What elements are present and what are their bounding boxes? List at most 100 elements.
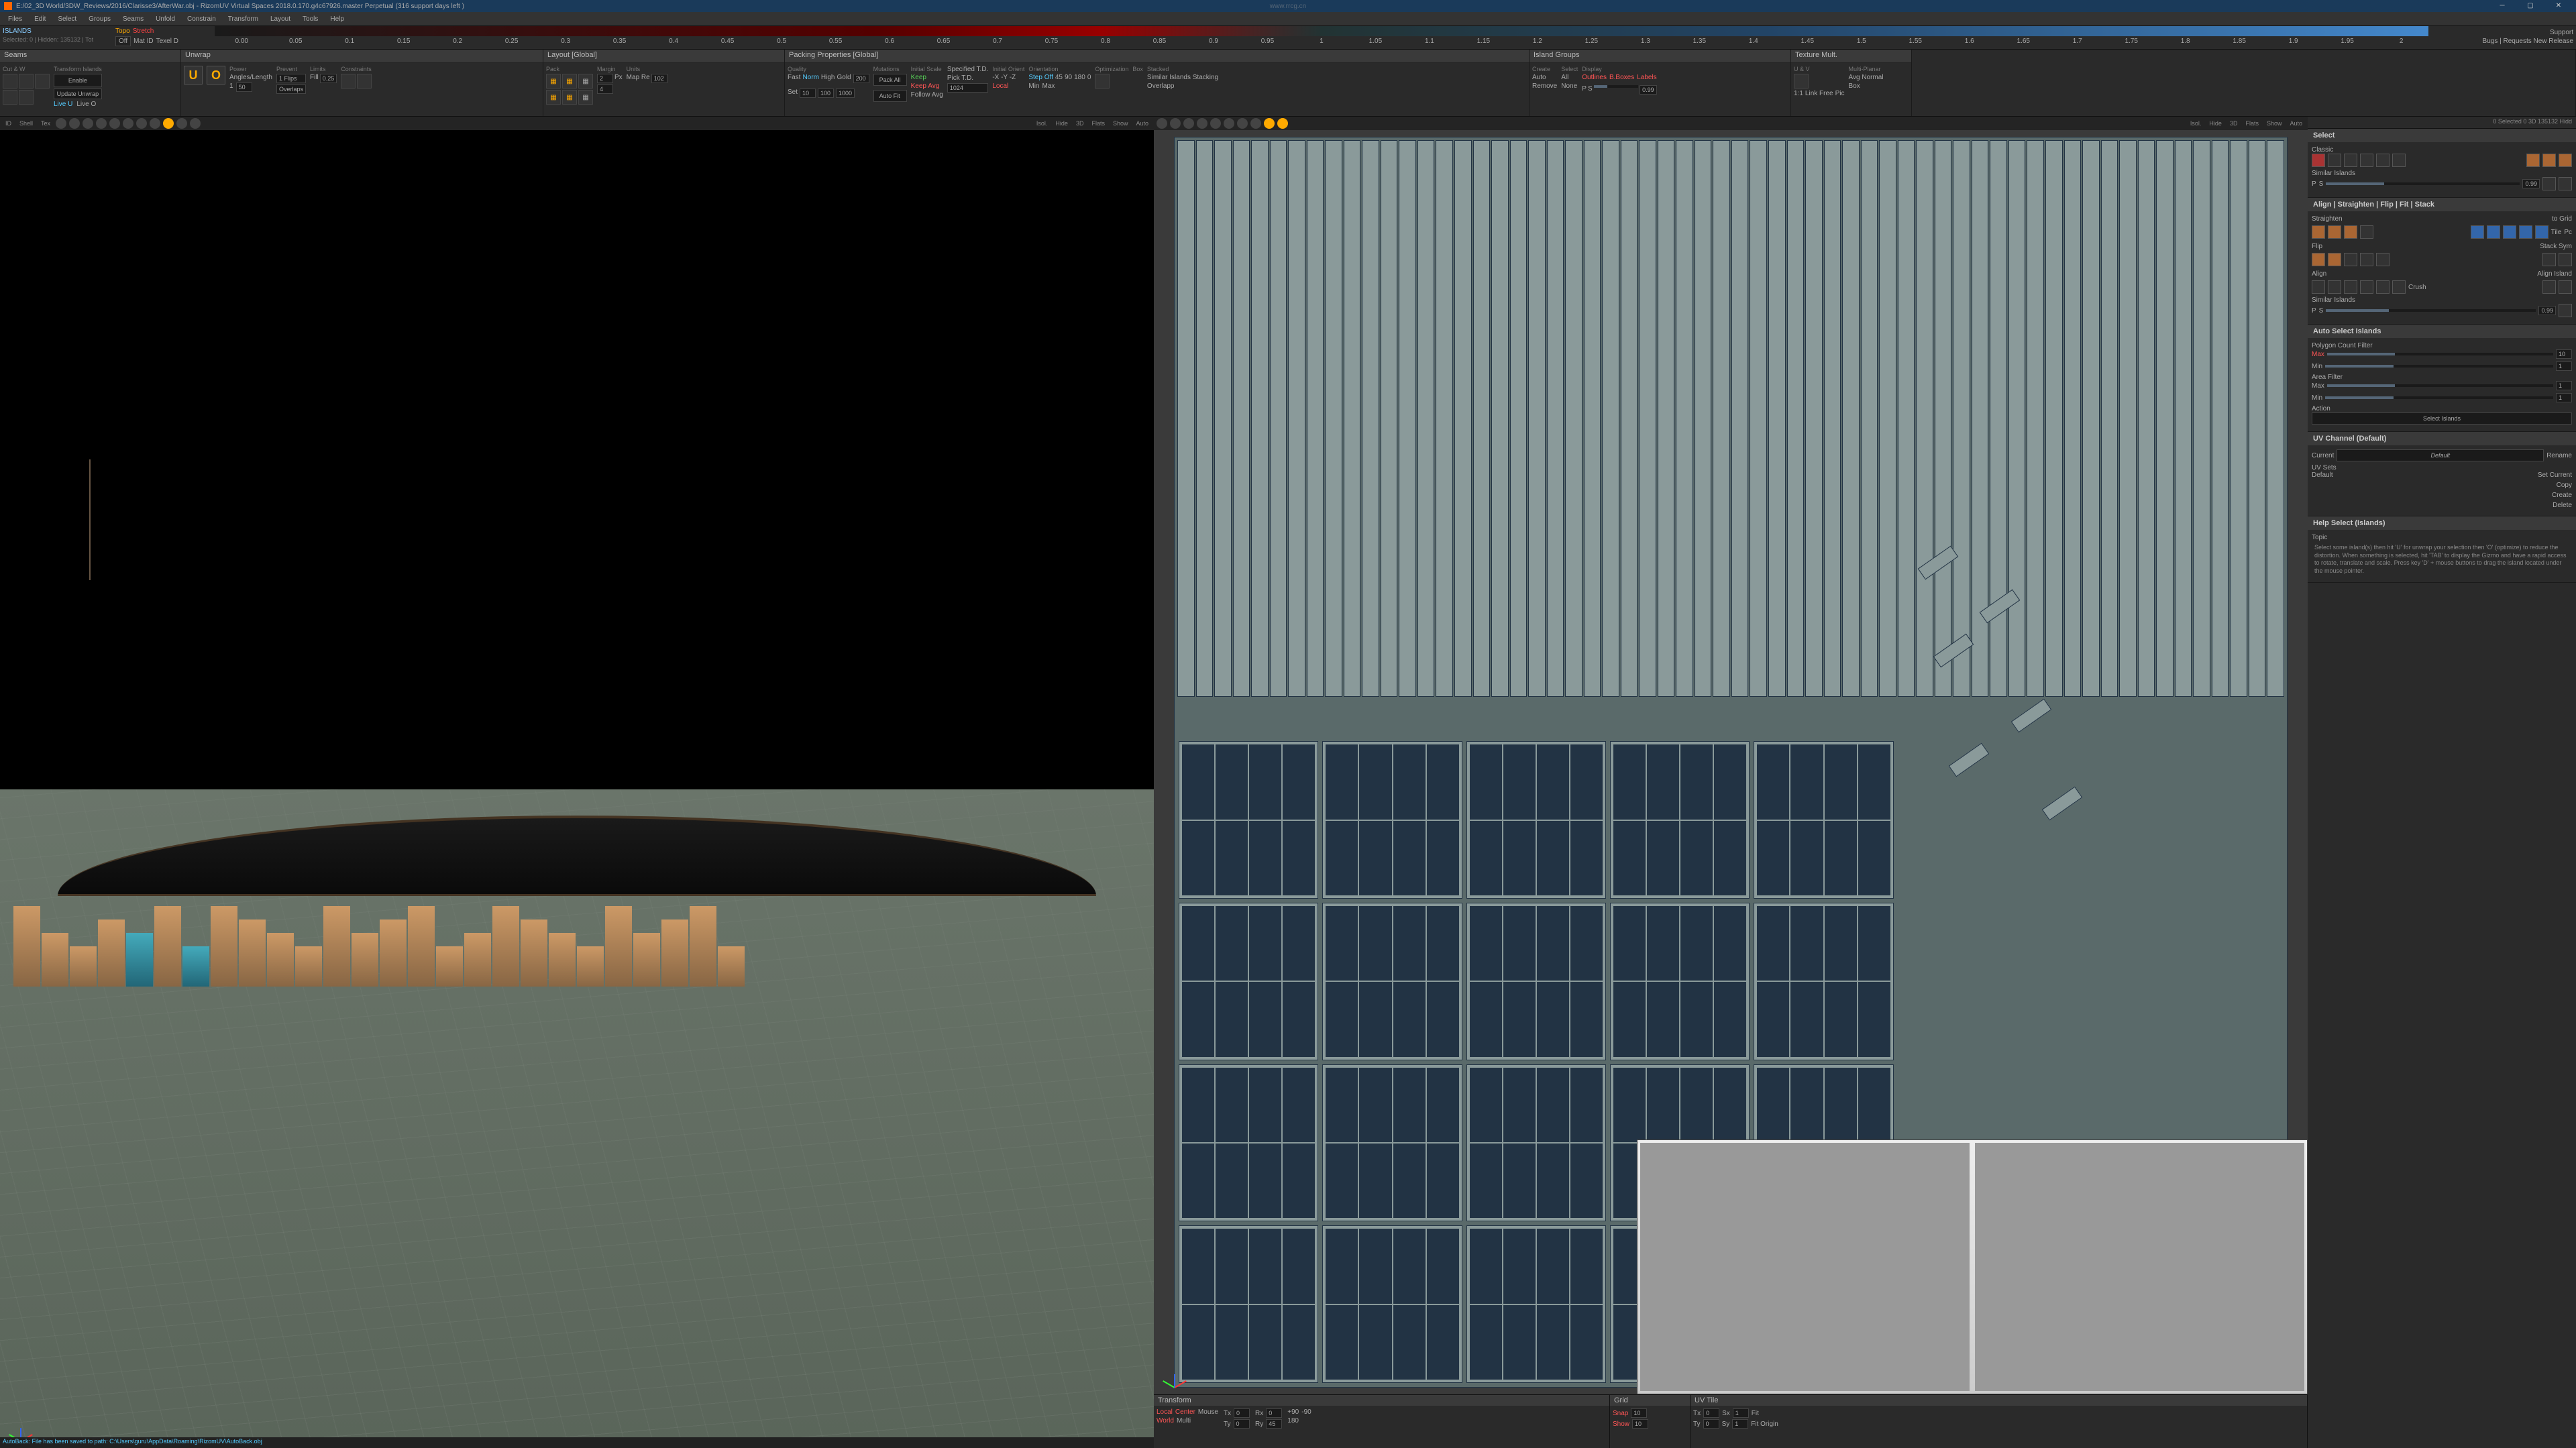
show-value[interactable]: 10 [1632, 1419, 1648, 1429]
quality-gold[interactable]: Gold [837, 74, 851, 83]
align-island-icon-2[interactable] [2559, 280, 2572, 294]
vp-shell[interactable]: Shell [17, 120, 36, 127]
align-b-icon[interactable] [2392, 280, 2406, 294]
packall-button[interactable]: Pack All [873, 74, 907, 86]
mouse-mode[interactable]: Mouse [1198, 1408, 1218, 1416]
ry-value[interactable]: 45 [1266, 1419, 1282, 1429]
keep-toggle[interactable]: Keep [911, 74, 943, 81]
similar-value[interactable]: 0.99 [2522, 179, 2540, 188]
similar-stacking[interactable]: Similar Islands Stacking [1147, 74, 1218, 81]
bugs-link[interactable]: Bugs | Requests New Release [2431, 38, 2573, 45]
tx-value[interactable]: 0 [1234, 1408, 1250, 1418]
close-button[interactable]: ✕ [2545, 1, 2572, 11]
wire-icon[interactable] [69, 118, 80, 129]
pack-icon-5[interactable]: ▦ [562, 90, 577, 105]
poly-max[interactable]: Max [2312, 351, 2324, 358]
straighten-icon-4[interactable] [2360, 225, 2373, 239]
vp-isol[interactable]: Isol. [1034, 120, 1051, 127]
vp-show[interactable]: Show [1110, 120, 1131, 127]
avgnormal-btn[interactable]: Avg Normal [1849, 74, 1884, 81]
minus-icon[interactable] [150, 118, 160, 129]
grid-show[interactable]: Show [1613, 1421, 1629, 1428]
align-expand-icon[interactable] [2559, 304, 2572, 317]
mode-icon-2[interactable] [190, 118, 201, 129]
copy-btn[interactable]: Copy [2557, 482, 2572, 489]
display-outlines[interactable]: Outlines [1582, 74, 1607, 81]
seam-tool-icon[interactable] [35, 74, 50, 89]
grid-align-icon-4[interactable] [2519, 225, 2532, 239]
overlaps-warning[interactable]: Overlaps [276, 85, 306, 94]
crush-btn[interactable]: Crush [2408, 284, 2426, 291]
uv-island-icon[interactable] [1224, 118, 1234, 129]
quality-norm[interactable]: Norm [802, 74, 818, 83]
minimize-button[interactable]: ─ [2489, 1, 2516, 11]
islands-slider[interactable] [1594, 85, 1639, 88]
pack-icon[interactable]: ▦ [546, 74, 561, 89]
set-10[interactable]: 10 [800, 89, 816, 98]
area-max[interactable]: Max [2312, 382, 2324, 390]
flip-icon-5[interactable] [2376, 253, 2390, 266]
rot-90[interactable]: 90 [1065, 74, 1072, 81]
rx-value[interactable]: 0 [1266, 1408, 1282, 1418]
rot-45[interactable]: 45 [1055, 74, 1063, 81]
sel-orange-icon-3[interactable] [2559, 154, 2572, 167]
uv-face-icon[interactable] [1210, 118, 1221, 129]
grid-align-icon-5[interactable] [2535, 225, 2548, 239]
flip-icon-3[interactable] [2344, 253, 2357, 266]
vp-hide[interactable]: Hide [1053, 120, 1071, 127]
mapres-val[interactable]: 102 [651, 74, 667, 83]
menu-seams[interactable]: Seams [117, 14, 149, 24]
poly-min[interactable]: Min [2312, 363, 2322, 370]
autofit-button[interactable]: Auto Fit [873, 90, 907, 102]
create-remove[interactable]: Remove [1532, 82, 1557, 90]
tile-tx[interactable]: 0 [1703, 1408, 1719, 1418]
tile-origin[interactable]: Fit Origin [1751, 1421, 1778, 1428]
box-btn[interactable]: Box [1849, 82, 1884, 90]
area-max-value[interactable]: 1 [2556, 381, 2572, 390]
uv-plus-icon[interactable] [1237, 118, 1248, 129]
grid-align-icon[interactable] [2471, 225, 2484, 239]
center-mode[interactable]: Center [1175, 1408, 1195, 1416]
quality-high[interactable]: High [821, 74, 835, 83]
sel-orange-icon[interactable] [2526, 154, 2540, 167]
support-link[interactable]: Support [2431, 29, 2573, 36]
select-islands-button[interactable]: Select Islands [2312, 412, 2572, 425]
liveo-toggle[interactable]: Live O [76, 101, 96, 108]
align-island-icon[interactable] [2542, 280, 2556, 294]
grid-align-icon-3[interactable] [2503, 225, 2516, 239]
rot-m90[interactable]: -90 [1301, 1408, 1311, 1416]
similar-slider[interactable] [2326, 182, 2520, 185]
poly-max-value[interactable]: 10 [2556, 349, 2572, 359]
rot-180[interactable]: 180 [1074, 74, 1085, 81]
uvset-default[interactable]: Default [2312, 471, 2333, 479]
pack-icon-2[interactable]: ▦ [562, 74, 577, 89]
mode-icon[interactable] [176, 118, 187, 129]
poly-min-value[interactable]: 1 [2556, 361, 2572, 371]
area-max-slider[interactable] [2327, 384, 2553, 387]
tile-ty[interactable]: 0 [1703, 1419, 1719, 1429]
select-none[interactable]: None [1561, 82, 1578, 90]
off-toggle[interactable]: Off [115, 36, 131, 46]
edge-icon[interactable] [96, 118, 107, 129]
tile-sx[interactable]: 1 [1733, 1408, 1749, 1418]
pack-icon-3[interactable]: ▦ [578, 74, 593, 89]
overlap-toggle[interactable]: Overlapp [1147, 82, 1218, 90]
texmult-icon[interactable] [1794, 74, 1809, 89]
menu-edit[interactable]: Edit [29, 14, 51, 24]
menu-unfold[interactable]: Unfold [150, 14, 180, 24]
orient-xyz[interactable]: -X -Y -Z [992, 74, 1024, 81]
vp-3d[interactable]: 3D [1073, 120, 1087, 127]
topo-btn[interactable]: Topo [115, 27, 130, 35]
menu-layout[interactable]: Layout [265, 14, 296, 24]
uv-mode-icon[interactable] [1264, 118, 1275, 129]
align-m-icon[interactable] [2376, 280, 2390, 294]
update-unwrap-button[interactable]: Update Unwrap [54, 89, 102, 99]
active-mode-icon[interactable] [163, 118, 174, 129]
vertex-icon[interactable] [83, 118, 93, 129]
display-labels[interactable]: Labels [1637, 74, 1656, 81]
set-1000[interactable]: 1000 [836, 89, 855, 98]
menu-help[interactable]: Help [325, 14, 350, 24]
liveu-toggle[interactable]: Live U [54, 101, 72, 108]
pick-td[interactable]: Pick T.D. [947, 74, 989, 82]
orient-local[interactable]: Local [992, 82, 1024, 90]
